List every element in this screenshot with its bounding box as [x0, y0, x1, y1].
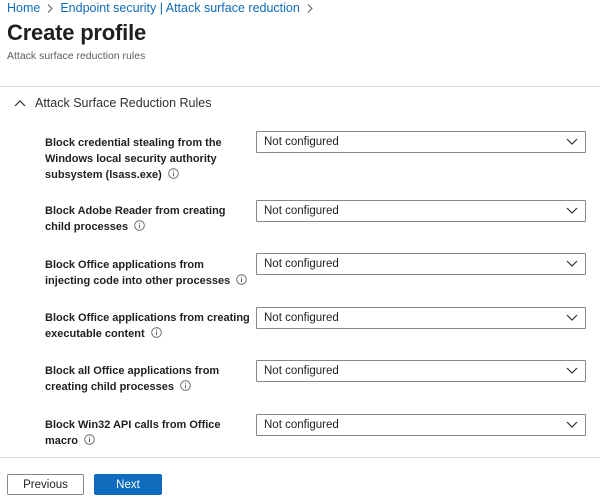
rule-dropdown-value: Not configured [264, 136, 339, 148]
rule-dropdown-value: Not configured [264, 205, 339, 217]
rule-label: Block Office applications from creating … [45, 310, 250, 342]
rule-label: Block Adobe Reader from creating child p… [45, 203, 250, 235]
chevron-down-icon [566, 313, 580, 323]
chevron-down-icon [566, 420, 580, 430]
next-button[interactable]: Next [94, 474, 162, 495]
rule-label: Block credential stealing from the Windo… [45, 135, 250, 183]
page-subtitle: Attack surface reduction rules [7, 50, 146, 62]
divider [0, 86, 600, 87]
section-toggle[interactable]: Attack Surface Reduction Rules [14, 94, 211, 112]
breadcrumb-endpoint-security-link[interactable]: Endpoint security | Attack surface reduc… [60, 1, 299, 15]
rule-dropdown[interactable]: Not configured [256, 131, 586, 153]
rule-label-text: Block Win32 API calls from Office macro [45, 419, 221, 447]
chevron-down-icon [566, 366, 580, 376]
rule-label-text: Block Office applications from injecting… [45, 259, 231, 287]
breadcrumb: Home Endpoint security | Attack surface … [7, 0, 320, 16]
divider [0, 457, 600, 458]
rule-label-text: Block credential stealing from the Windo… [45, 137, 222, 181]
info-icon[interactable] [180, 380, 191, 391]
rule-dropdown[interactable]: Not configured [256, 253, 586, 275]
rule-label-text: Block all Office applications from creat… [45, 365, 220, 393]
chevron-down-icon [566, 137, 580, 147]
rule-dropdown-value: Not configured [264, 258, 339, 270]
chevron-right-icon [307, 3, 313, 13]
rule-label: Block all Office applications from creat… [45, 363, 250, 395]
chevron-down-icon [566, 206, 580, 216]
info-icon[interactable] [168, 168, 179, 179]
rule-dropdown-value: Not configured [264, 419, 339, 431]
section-title: Attack Surface Reduction Rules [35, 96, 212, 110]
rule-dropdown-value: Not configured [264, 365, 339, 377]
breadcrumb-home-link[interactable]: Home [7, 1, 40, 15]
page-title: Create profile [7, 20, 147, 45]
rule-label-text: Block Office applications from creating … [45, 312, 250, 340]
rule-dropdown[interactable]: Not configured [256, 360, 586, 382]
rule-dropdown[interactable]: Not configured [256, 307, 586, 329]
chevron-right-icon [47, 3, 54, 13]
info-icon[interactable] [150, 327, 162, 338]
rule-dropdown[interactable]: Not configured [256, 414, 586, 436]
rule-label: Block Win32 API calls from Office macro [45, 417, 250, 449]
chevron-down-icon [566, 259, 580, 269]
rule-label: Block Office applications from injecting… [45, 257, 250, 289]
rule-dropdown-value: Not configured [264, 312, 339, 324]
info-icon[interactable] [134, 220, 145, 231]
chevron-up-icon [14, 97, 28, 109]
info-icon[interactable] [236, 274, 247, 285]
rule-dropdown[interactable]: Not configured [256, 200, 586, 222]
info-icon[interactable] [84, 434, 95, 445]
previous-button[interactable]: Previous [7, 474, 84, 495]
